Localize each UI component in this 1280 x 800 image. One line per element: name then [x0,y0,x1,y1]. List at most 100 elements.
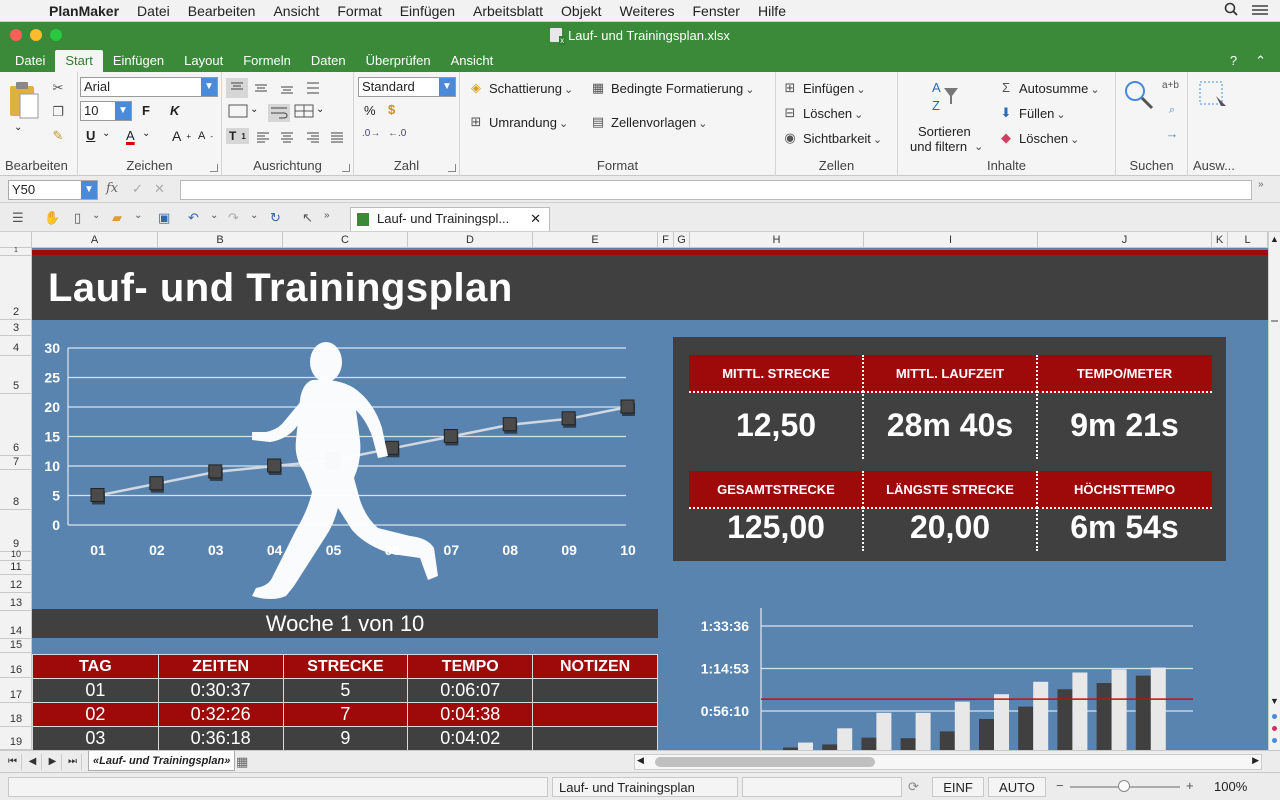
recalc-icon[interactable]: ⟳ [908,779,919,795]
row-header-12[interactable]: 12 [0,575,32,593]
row-header-13[interactable]: 13 [0,593,32,611]
close-window-icon[interactable] [10,29,22,41]
cell-tag[interactable]: 01 [32,678,159,703]
copy-icon[interactable]: ❐ [50,104,66,120]
row-header-7[interactable]: 7 [0,456,32,470]
conditional-format-button[interactable]: ▦ Bedingte Formatierung [590,80,754,96]
align-justify-icon[interactable] [330,132,344,144]
menu-einfuegen[interactable]: Einfügen [391,3,464,19]
save-icon[interactable]: ▣ [158,210,170,226]
col-header-l[interactable]: L [1228,232,1268,248]
cell-notizen[interactable] [532,678,658,703]
last-sheet-icon[interactable]: ⏭ [64,754,82,770]
more-tools-icon[interactable]: » [324,210,330,221]
row-header-16[interactable]: 16 [0,653,32,678]
sheet-canvas[interactable]: Lauf- und Trainingsplan 0 5 10 15 20 25 30 01 02… [32,248,1268,750]
zoom-level[interactable]: 100% [1214,779,1247,794]
chevron-down-icon[interactable]: ▼ [115,102,131,120]
row-header-18[interactable]: 18 [0,703,32,727]
row-header-3[interactable]: 3 [0,320,32,336]
row-header-5[interactable]: 5 [0,356,32,394]
align-center-icon[interactable] [280,132,294,144]
cancel-icon[interactable]: ✕ [154,181,165,197]
first-sheet-icon[interactable]: ⏮ [4,754,22,770]
pointer-icon[interactable]: ↖ [302,210,313,226]
align-bottom-icon[interactable] [280,82,294,94]
percent-button[interactable]: % [364,103,376,118]
cell-strecke[interactable]: 5 [282,678,409,703]
borders-button[interactable]: ⊞ Umrandung [468,114,568,130]
row-header-2[interactable]: 2 [0,256,32,320]
paste-button[interactable] [8,80,40,120]
font-color-button[interactable]: A [126,128,135,143]
bold-button[interactable]: F [142,103,150,118]
chevron-down-icon[interactable]: ▼ [81,181,97,199]
font-name-combo[interactable]: Arial ▼ [80,77,218,97]
decrease-decimal-icon[interactable]: ←.0 [388,128,406,139]
insert-cells-button[interactable]: ⊞ Einfügen [782,80,866,96]
new-document-icon[interactable]: ▯ [74,210,81,226]
help-button[interactable]: ? [1230,50,1237,72]
col-header-b[interactable]: B [158,232,283,248]
vertical-scrollbar[interactable]: ▲ ▼ [1268,232,1280,750]
document-tab[interactable]: Lauf- und Trainingspl... ✕ [350,207,550,231]
col-header-a[interactable]: A [32,232,158,248]
time-bar-chart[interactable]: 1:33:36 1:14:53 0:56:10 [673,608,1268,750]
cell-tempo[interactable]: 0:04:02 [407,726,534,750]
cell-tempo[interactable]: 0:06:07 [407,678,534,703]
browse-object-icon[interactable] [1272,726,1277,731]
borders-table-icon[interactable] [294,104,314,118]
zoom-window-icon[interactable] [50,29,62,41]
merge-dropdown-icon[interactable]: ⌄ [250,104,258,115]
tab-ansicht[interactable]: Ansicht [441,50,504,72]
tab-formeln[interactable]: Formeln [233,50,301,72]
zeichen-launcher-icon[interactable] [210,164,218,172]
cell-zeiten[interactable]: 0:36:18 [157,726,284,750]
fx-icon[interactable]: fx [106,181,118,196]
cell-styles-button[interactable]: ▤ Zellenvorlagen [590,114,708,130]
scroll-left-icon[interactable]: ◀ [637,755,644,766]
replace-icon[interactable]: a+b [1162,80,1179,91]
cell-zeiten[interactable]: 0:32:26 [157,702,284,727]
cell-tag[interactable]: 02 [32,702,159,727]
col-header-i[interactable]: I [864,232,1038,248]
header-tempo[interactable]: TEMPO [407,654,534,679]
currency-icon[interactable]: $ [388,102,395,117]
row-header-15[interactable]: 15 [0,639,32,653]
row-header-4[interactable]: 4 [0,336,32,356]
select-all-corner[interactable] [0,232,32,248]
expand-formula-icon[interactable]: » [1258,179,1264,190]
repeat-icon[interactable]: ↻ [270,210,281,226]
menu-datei[interactable]: Datei [128,3,179,19]
redo-icon[interactable]: ↷ [228,210,239,226]
sort-filter-label1[interactable]: Sortieren [918,124,971,139]
ausrichtung-launcher-icon[interactable] [342,164,350,172]
shading-button[interactable]: ◈ Schattierung [468,80,573,96]
cell-tempo[interactable]: 0:04:38 [407,702,534,727]
row-header-9[interactable]: 9 [0,510,32,552]
col-header-j[interactable]: J [1038,232,1212,248]
underline-dropdown-icon[interactable]: ⌄ [102,128,110,139]
header-zeiten[interactable]: ZEITEN [157,654,284,679]
scroll-right-icon[interactable]: ▶ [1252,755,1259,766]
row-header-14[interactable]: 14 [0,611,32,639]
cell-notizen[interactable] [532,726,658,750]
collapse-ribbon-icon[interactable]: ⌃ [1255,50,1266,72]
prev-sheet-icon[interactable]: ◀ [24,754,42,770]
menu-fenster[interactable]: Fenster [684,3,749,19]
shrink-font-button[interactable]: A- [198,130,213,142]
cut-icon[interactable]: ✂ [50,80,66,96]
formula-input[interactable] [180,180,1252,200]
notification-list-icon[interactable] [1252,3,1268,19]
new-dropdown-icon[interactable]: ⌄ [92,210,100,221]
table-dropdown-icon[interactable]: ⌄ [316,104,324,115]
sidebar-menu-icon[interactable]: ☰ [12,210,24,226]
paste-dropdown-icon[interactable]: ⌄ [14,122,22,133]
text-direction-icon[interactable]: T1 [226,128,249,144]
col-header-f[interactable]: F [658,232,674,248]
redo-dropdown-icon[interactable]: ⌄ [250,210,258,221]
col-header-c[interactable]: C [283,232,408,248]
confirm-icon[interactable]: ✓ [132,181,143,197]
zoom-slider-knob[interactable] [1118,780,1130,792]
menu-arbeitsblatt[interactable]: Arbeitsblatt [464,3,552,19]
